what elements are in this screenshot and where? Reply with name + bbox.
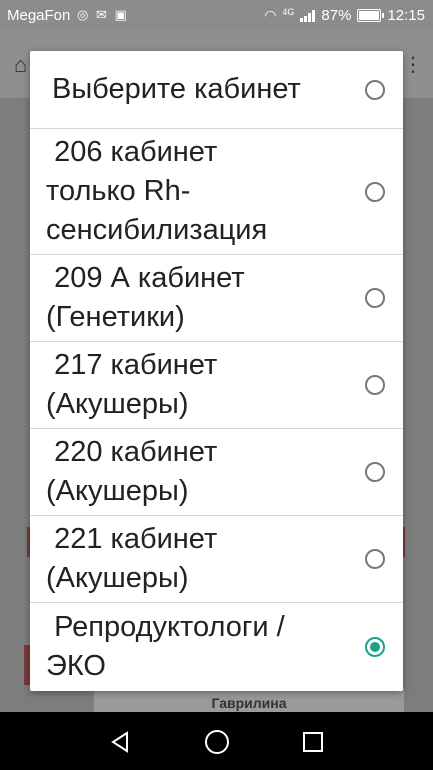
option-label: 206 кабинет только Rh- сенсибилизация <box>46 136 268 246</box>
home-button-icon[interactable] <box>205 730 229 754</box>
recent-apps-icon[interactable] <box>303 732 323 752</box>
radio-button[interactable] <box>365 462 385 482</box>
radio-button-selected[interactable] <box>365 637 385 657</box>
wifi-icon: ◠ <box>264 7 277 23</box>
notification-icon: ◎ <box>77 7 91 22</box>
option-label: 221 кабинет (Акушеры) <box>46 523 218 594</box>
battery-fill <box>359 11 379 20</box>
option-cabinet-217[interactable]: 217 кабинет (Акушеры) <box>30 342 403 429</box>
option-label: Выберите кабинет <box>52 73 301 105</box>
back-icon[interactable] <box>110 731 130 753</box>
battery-icon <box>357 9 385 22</box>
more-menu-icon: ⋮ <box>403 54 423 76</box>
clock: 12:15 <box>387 7 425 24</box>
status-right: ◠ 4G 87% 12:15 <box>264 6 425 25</box>
option-label: 209 А кабинет (Генетики) <box>46 262 245 333</box>
option-label: 217 кабинет (Акушеры) <box>46 349 218 420</box>
status-bar: MegaFon ◎ ✉ ▣ ◠ 4G 87% 12:15 <box>0 0 433 30</box>
option-cabinet-209a[interactable]: 209 А кабинет (Генетики) <box>30 255 403 342</box>
radio-button[interactable] <box>365 375 385 395</box>
option-reproductology-eco[interactable]: Репродуктологи / ЭКО <box>30 603 403 691</box>
background-list-item: Гаврилина <box>94 688 404 712</box>
notification-icon: ✉ <box>95 7 109 22</box>
battery-percent: 87% <box>321 7 352 24</box>
radio-button[interactable] <box>365 181 385 202</box>
option-cabinet-220[interactable]: 220 кабинет (Акушеры) <box>30 429 403 516</box>
option-choose-cabinet[interactable]: Выберите кабинет <box>30 51 403 129</box>
option-cabinet-206[interactable]: 206 кабинет только Rh- сенсибилизация <box>30 129 403 255</box>
navigation-bar <box>0 712 433 770</box>
notification-icons: ◎ ✉ ▣ <box>77 7 129 23</box>
signal-icon <box>300 9 316 22</box>
option-cabinet-221[interactable]: 221 кабинет (Акушеры) <box>30 516 403 603</box>
radio-button[interactable] <box>365 288 385 308</box>
network-type: 4G <box>282 6 295 17</box>
radio-button[interactable] <box>365 79 385 100</box>
option-label: Репродуктологи / ЭКО <box>46 611 285 682</box>
image-icon: ▣ <box>114 7 129 22</box>
radio-button[interactable] <box>365 549 385 569</box>
cabinet-select-dialog: Выберите кабинет 206 кабинет только Rh- … <box>30 51 403 691</box>
option-label: 220 кабинет (Акушеры) <box>46 436 218 507</box>
carrier-name: MegaFon <box>7 7 71 24</box>
